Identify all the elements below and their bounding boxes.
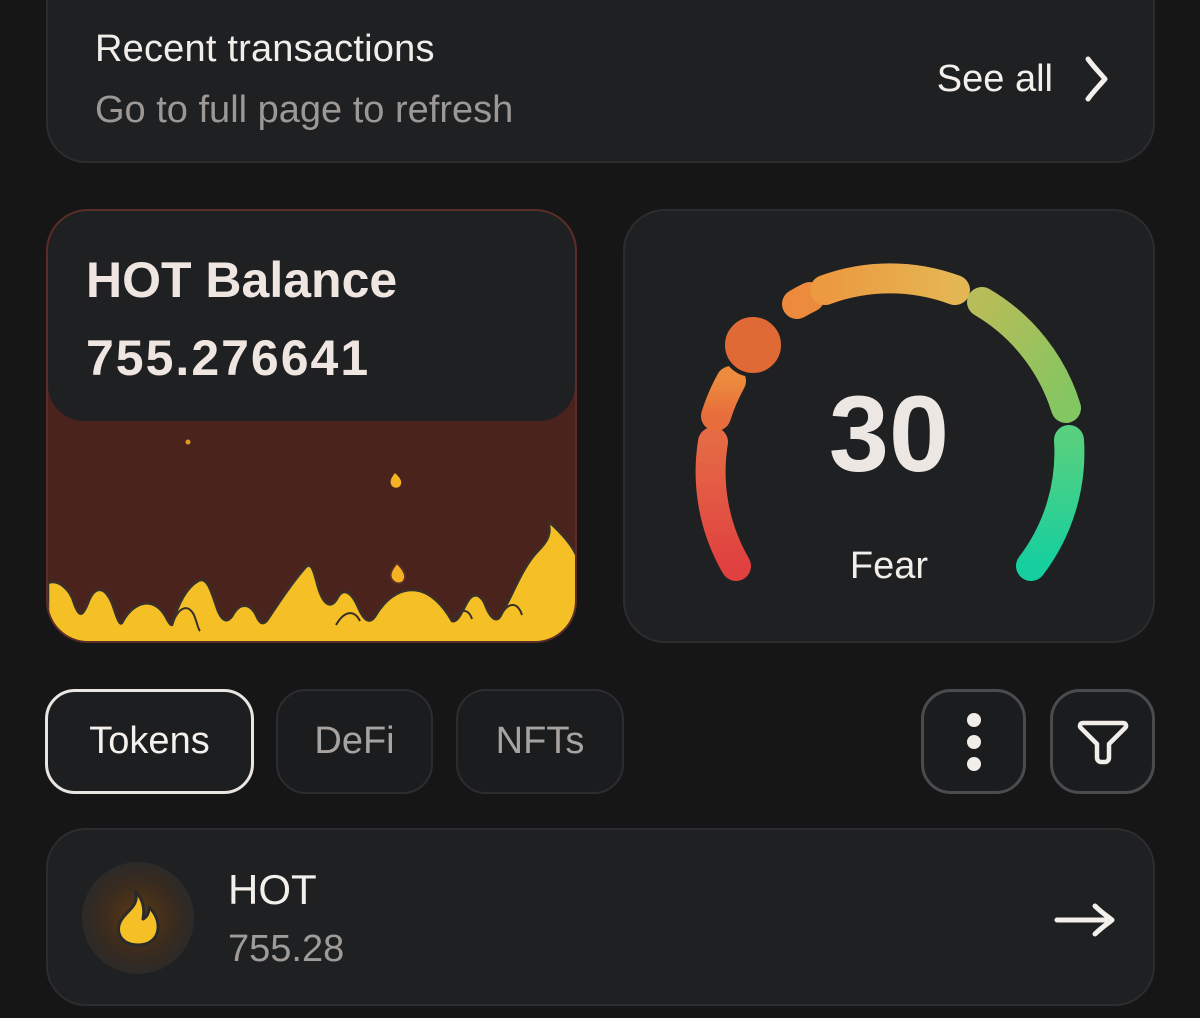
filter-icon [1077,720,1128,764]
token-row-hot[interactable]: HOT 755.28 [46,828,1155,1006]
flame-icon [117,889,160,947]
recent-transactions-card[interactable]: Recent transactions Go to full page to r… [46,0,1155,163]
token-avatar [82,862,194,974]
filter-button[interactable] [1050,689,1155,794]
vertical-dots-icon [966,712,981,771]
recent-transactions-subtitle: Go to full page to refresh [95,89,514,131]
see-all-label: See all [936,57,1053,100]
balance-title: HOT Balance [86,252,398,308]
fear-greed-label: Fear [849,545,929,587]
see-all-button[interactable]: See all [937,56,1109,102]
hot-balance-card[interactable]: HOT Balance 755.276641 [46,209,577,643]
gauge-segment-fear-top [782,282,825,319]
token-amount: 755.28 [228,928,345,970]
gauge-segment-neutral [810,263,970,305]
fear-greed-value: 30 [828,373,950,494]
tab-tokens[interactable]: Tokens [45,689,254,794]
balance-header: HOT Balance 755.276641 [48,211,575,421]
tab-nfts[interactable]: NFTs [456,689,624,794]
arrow-right-icon [1054,903,1115,937]
gauge-indicator [721,313,785,377]
recent-transactions-title: Recent transactions [95,28,435,70]
more-options-button[interactable] [921,689,1026,794]
chevron-right-icon [1085,56,1108,102]
fear-greed-card[interactable]: 30 Fear [623,209,1155,643]
balance-value: 755.276641 [86,330,371,386]
tab-defi[interactable]: DeFi [276,689,433,794]
token-symbol: HOT [228,866,317,913]
